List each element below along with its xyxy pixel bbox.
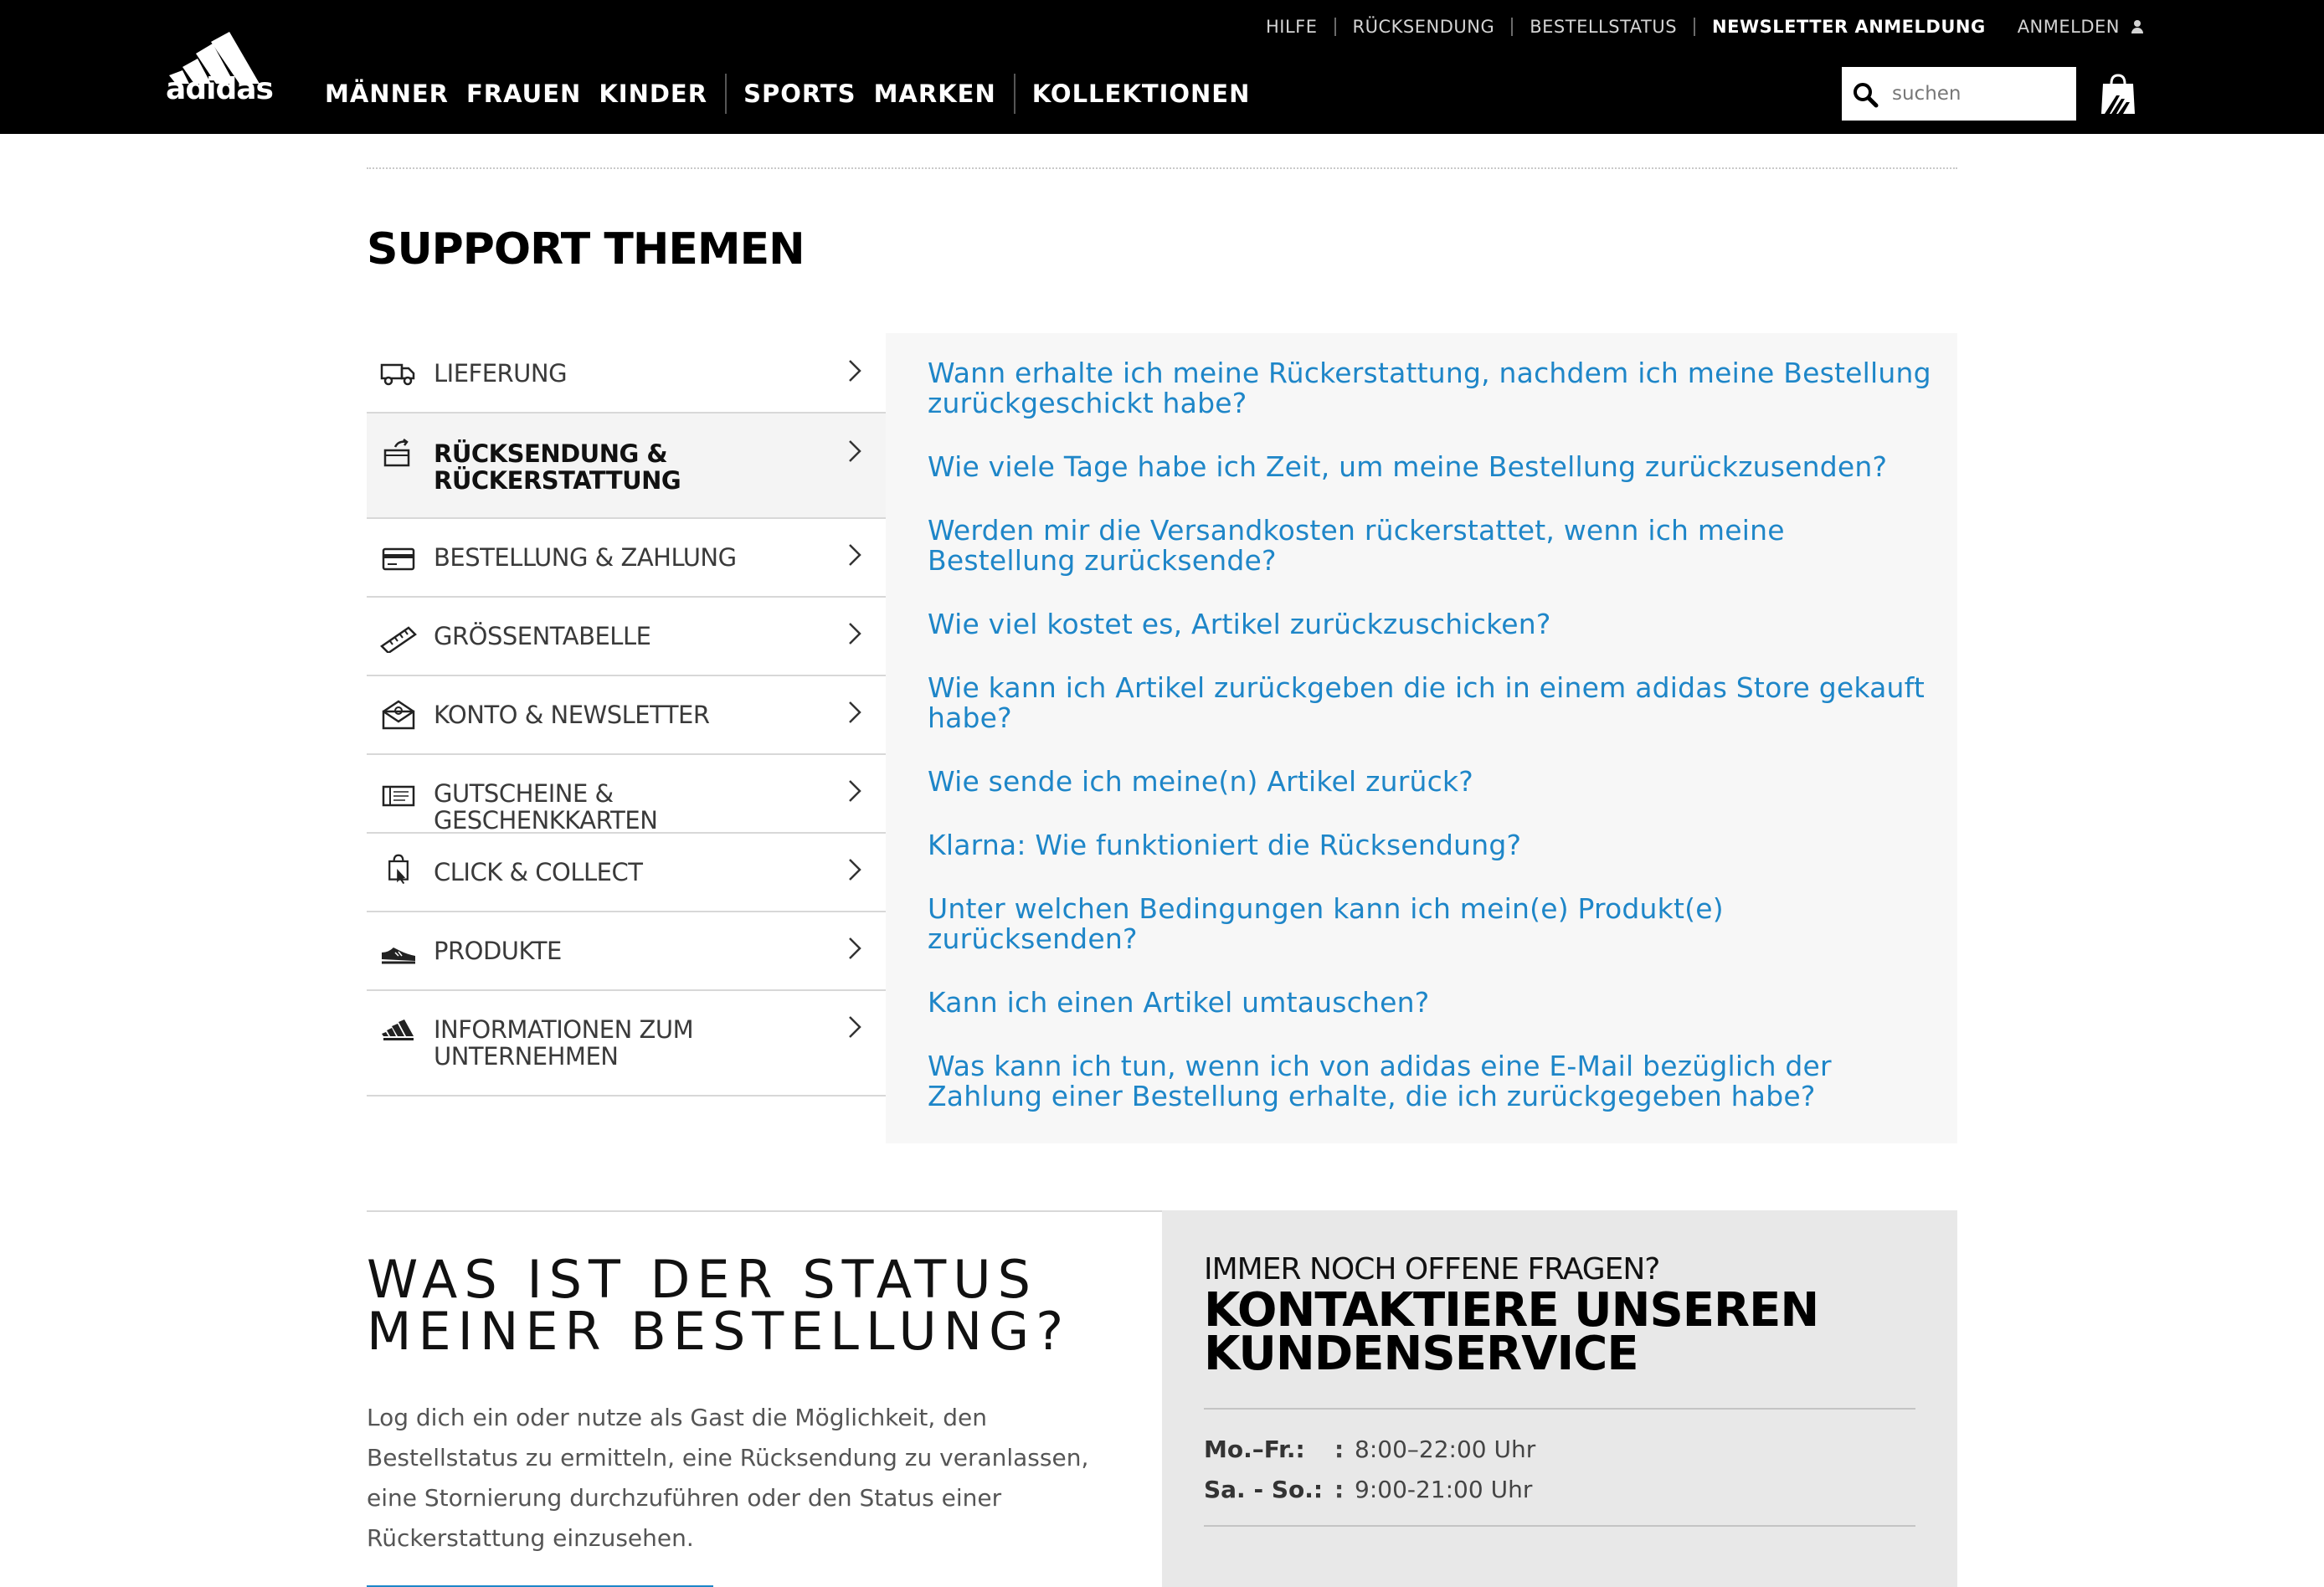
util-link-bestellstatus[interactable]: BESTELLSTATUS xyxy=(1511,18,1694,36)
order-status-section: WAS IST DER STATUS MEINER BESTELLUNG? Lo… xyxy=(367,1210,1162,1587)
faq-link[interactable]: Klarna: Wie funktioniert die Rücksendung… xyxy=(928,830,1932,860)
ruler-icon xyxy=(380,626,417,653)
contact-subtitle: IMMER NOCH OFFENE FRAGEN? xyxy=(1204,1252,1660,1287)
chevron-right-icon xyxy=(849,701,861,723)
contact-title[interactable]: KONTAKTIERE UNSEREN KUNDENSERVICE xyxy=(1204,1287,1924,1378)
credit-card-icon xyxy=(382,547,415,571)
page-title: SUPPORT THEMEN xyxy=(367,224,805,275)
nav-maenner[interactable]: MÄNNER xyxy=(325,80,449,108)
chevron-right-icon xyxy=(849,1016,861,1038)
order-status-heading-line2: MEINER BESTELLUNG? xyxy=(367,1301,1071,1362)
nav-frauen[interactable]: FRAUEN xyxy=(466,80,581,108)
hours-row: Mo.–Fr.: : 8:00–22:00 Uhr xyxy=(1204,1430,1915,1470)
topic-label: RÜCKSENDUNG & RÜCKERSTATTUNG xyxy=(434,439,681,495)
hours-time: 8:00–22:00 Uhr xyxy=(1355,1435,1536,1463)
chevron-right-icon xyxy=(849,623,861,645)
hours-time: 9:00-21:00 Uhr xyxy=(1355,1476,1533,1503)
click-collect-bag-icon xyxy=(388,854,409,884)
topic-label: BESTELLUNG & ZAHLUNG xyxy=(434,543,737,572)
topic-label: GRÖSSENTABELLE xyxy=(434,622,651,650)
search-input[interactable] xyxy=(1892,67,2068,121)
faq-link[interactable]: Was kann ich tun, wenn ich von adidas ei… xyxy=(928,1051,1932,1112)
faq-panel: Wann erhalte ich meine Rückerstattung, n… xyxy=(886,333,1957,1143)
util-link-newsletter[interactable]: NEWSLETTER ANMELDUNG xyxy=(1694,18,2003,36)
login-label: ANMELDEN xyxy=(2017,17,2120,37)
nav-divider xyxy=(1013,74,1015,114)
utility-bar: HILFE RÜCKSENDUNG BESTELLSTATUS NEWSLETT… xyxy=(0,0,2324,54)
nav-sports[interactable]: SPORTS xyxy=(743,80,856,108)
nav-kinder[interactable]: KINDER xyxy=(599,80,707,108)
order-status-heading: WAS IST DER STATUS MEINER BESTELLUNG? xyxy=(367,1254,1070,1358)
faq-link[interactable]: Werden mir die Versandkosten rückerstatt… xyxy=(928,516,1932,576)
return-package-icon xyxy=(383,439,410,467)
topic-label: INFORMATIONEN ZUM UNTERNEHMEN xyxy=(434,1015,694,1071)
user-icon xyxy=(2131,20,2143,33)
envelope-icon xyxy=(382,700,415,730)
faq-link[interactable]: Wann erhalte ich meine Rückerstattung, n… xyxy=(928,358,1932,419)
faq-link[interactable]: Wie viel kostet es, Artikel zurückzuschi… xyxy=(928,609,1932,639)
hours-colon: : xyxy=(1334,1476,1345,1503)
hours-colon: : xyxy=(1334,1435,1345,1463)
search-box xyxy=(1842,67,2076,121)
faq-link[interactable]: Wie viele Tage habe ich Zeit, um meine B… xyxy=(928,452,1932,482)
hours-days: Mo.–Fr.: xyxy=(1204,1435,1305,1463)
topic-konto-newsletter[interactable]: KONTO & NEWSLETTER xyxy=(367,676,886,755)
chevron-right-icon xyxy=(849,859,861,881)
nav-marken[interactable]: MARKEN xyxy=(874,80,996,108)
delivery-truck-icon xyxy=(380,363,415,386)
order-status-description: Log dich ein oder nutze als Gast die Mög… xyxy=(367,1404,1089,1552)
adidas-logo-icon xyxy=(382,1019,414,1040)
topic-label: GUTSCHEINE & GESCHENKKARTEN xyxy=(434,779,658,835)
order-status-heading-line1: WAS IST DER STATUS xyxy=(367,1249,1037,1310)
topic-lieferung[interactable]: LIEFERUNG xyxy=(367,333,886,413)
chevron-right-icon xyxy=(849,360,861,382)
main-nav: adidas MÄNNER FRAUEN KINDER SPORTS MARKE… xyxy=(0,32,2324,134)
chevron-right-icon xyxy=(849,780,861,802)
contact-divider xyxy=(1204,1408,1915,1410)
topic-gutscheine[interactable]: GUTSCHEINE & GESCHENKKARTEN xyxy=(367,755,886,834)
topic-click-collect[interactable]: CLICK & COLLECT xyxy=(367,834,886,912)
topic-label: LIEFERUNG xyxy=(434,359,568,388)
shopping-bag-icon[interactable] xyxy=(2100,74,2136,116)
contact-section: IMMER NOCH OFFENE FRAGEN? KONTAKTIERE UN… xyxy=(1162,1210,1957,1587)
utility-links: HILFE RÜCKSENDUNG BESTELLSTATUS NEWSLETT… xyxy=(1249,0,2143,54)
opening-hours: Mo.–Fr.: : 8:00–22:00 Uhr Sa. - So.: : 9… xyxy=(1204,1430,1915,1510)
topic-label: KONTO & NEWSLETTER xyxy=(434,701,710,729)
util-link-ruecksendung[interactable]: RÜCKSENDUNG xyxy=(1334,18,1512,36)
topic-ruecksendung[interactable]: RÜCKSENDUNG & RÜCKERSTATTUNG xyxy=(367,413,886,519)
dotted-divider xyxy=(367,167,1957,169)
util-link-hilfe[interactable]: HILFE xyxy=(1249,18,1334,36)
hours-row: Sa. - So.: : 9:00-21:00 Uhr xyxy=(1204,1470,1915,1510)
gift-card-icon xyxy=(382,785,415,807)
adidas-logo[interactable]: adidas xyxy=(164,32,275,107)
hours-days: Sa. - So.: xyxy=(1204,1476,1324,1503)
shoe-icon xyxy=(382,948,415,964)
topic-produkte[interactable]: PRODUKTE xyxy=(367,912,886,991)
support-topics-list: LIEFERUNG RÜCKSENDUNG & RÜCKERSTATTUNG B… xyxy=(367,333,886,1097)
faq-link[interactable]: Kann ich einen Artikel umtauschen? xyxy=(928,988,1932,1018)
contact-divider xyxy=(1204,1525,1915,1527)
chevron-right-icon xyxy=(849,544,861,566)
nav-items: MÄNNER FRAUEN KINDER SPORTS MARKEN KOLLE… xyxy=(325,54,1267,134)
faq-list: Wann erhalte ich meine Rückerstattung, n… xyxy=(928,358,1932,1145)
topic-unternehmen[interactable]: INFORMATIONEN ZUM UNTERNEHMEN xyxy=(367,991,886,1097)
topic-label: CLICK & COLLECT xyxy=(434,858,643,886)
nav-divider xyxy=(725,74,728,114)
search-icon[interactable] xyxy=(1852,81,1879,108)
nav-kollektionen[interactable]: KOLLEKTIONEN xyxy=(1032,80,1251,108)
login-link[interactable]: ANMELDEN xyxy=(2018,17,2143,37)
faq-link[interactable]: Wie sende ich meine(n) Artikel zurück? xyxy=(928,767,1932,797)
logo-text: adidas xyxy=(166,72,274,106)
topic-bestellung-zahlung[interactable]: BESTELLUNG & ZAHLUNG xyxy=(367,519,886,598)
chevron-right-icon xyxy=(849,440,861,462)
chevron-right-icon xyxy=(849,937,861,959)
faq-link[interactable]: Unter welchen Bedingungen kann ich mein(… xyxy=(928,894,1932,954)
topic-groessentabelle[interactable]: GRÖSSENTABELLE xyxy=(367,598,886,676)
topic-label: PRODUKTE xyxy=(434,937,562,965)
faq-link[interactable]: Wie kann ich Artikel zurückgeben die ich… xyxy=(928,673,1932,733)
